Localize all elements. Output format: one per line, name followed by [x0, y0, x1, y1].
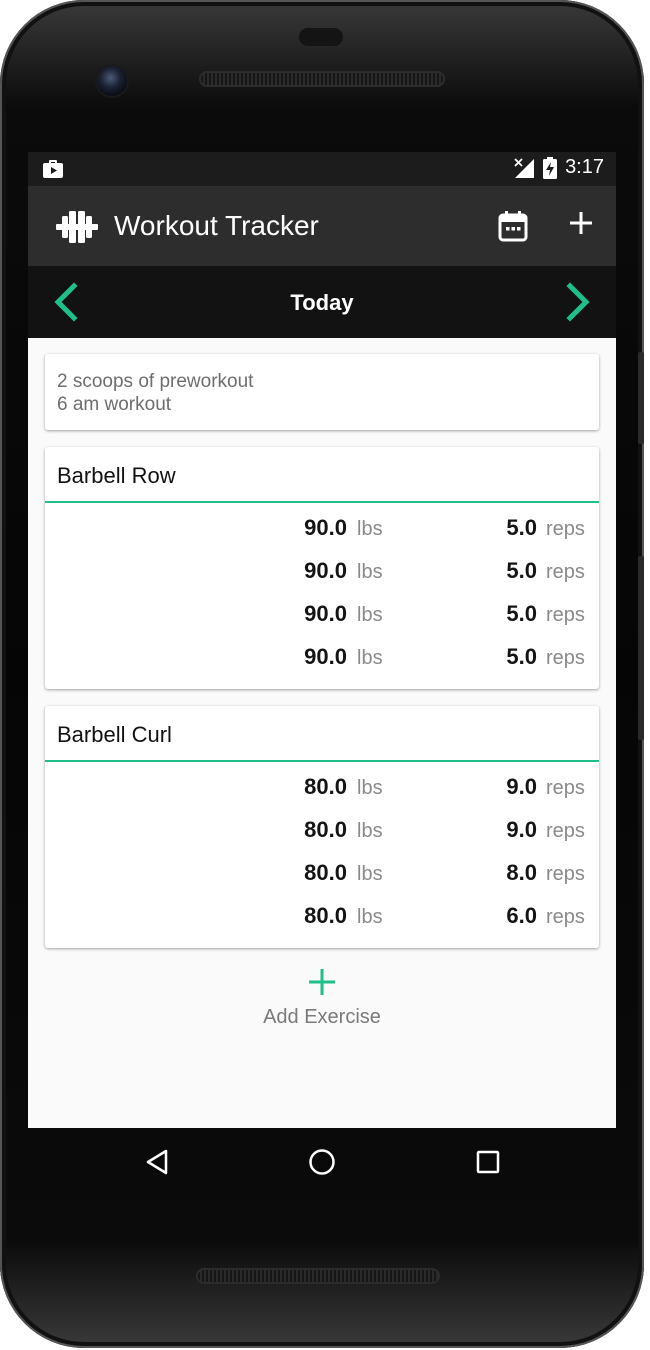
- no-signal-icon: [514, 157, 535, 178]
- weight-value: 90.0: [304, 515, 347, 540]
- weight-unit: lbs: [357, 820, 383, 842]
- briefcase-icon: [43, 160, 63, 178]
- date-bar: Today: [28, 266, 616, 338]
- weight-unit: lbs: [357, 604, 383, 626]
- exercise-title: Barbell Curl: [45, 706, 599, 762]
- weight-unit: lbs: [357, 518, 383, 540]
- set-list: 90.0 lbs 5.0 reps 90.0 lbs 5.0 reps 90.0…: [45, 503, 599, 689]
- reps-unit: reps: [546, 647, 585, 669]
- notes-card[interactable]: 2 scoops of preworkout 6 am workout: [45, 354, 599, 430]
- power-button: [638, 352, 644, 444]
- reps-value: 9.0: [506, 774, 537, 799]
- weight-value: 90.0: [304, 644, 347, 669]
- reps-unit: reps: [546, 561, 585, 583]
- reps-unit: reps: [546, 820, 585, 842]
- reps-value: 5.0: [506, 601, 537, 626]
- calendar-icon[interactable]: [498, 210, 528, 242]
- reps-value: 6.0: [506, 903, 537, 928]
- front-camera: [97, 66, 127, 96]
- content-list: 2 scoops of preworkout 6 am workout Barb…: [28, 338, 616, 1029]
- weight-unit: lbs: [357, 863, 383, 885]
- weight-value: 90.0: [304, 601, 347, 626]
- reps-value: 5.0: [506, 515, 537, 540]
- reps-value: 5.0: [506, 644, 537, 669]
- status-bar: 3:17: [28, 152, 616, 186]
- weight-value: 80.0: [304, 817, 347, 842]
- bottom-speaker: [196, 1268, 440, 1284]
- back-icon[interactable]: [144, 1148, 170, 1176]
- exercise-card[interactable]: Barbell Curl 80.0 lbs 9.0 reps 80.0 lbs …: [45, 706, 599, 948]
- battery-charging-icon: [543, 156, 558, 179]
- recents-icon[interactable]: [476, 1150, 500, 1174]
- phone-frame: 3:17 Workout Tracker Today 2 scoops of p…: [0, 0, 644, 1348]
- exercise-card[interactable]: Barbell Row 90.0 lbs 5.0 reps 90.0 lbs 5…: [45, 447, 599, 689]
- set-row[interactable]: 80.0 lbs 9.0 reps: [45, 770, 599, 813]
- weight-value: 80.0: [304, 903, 347, 928]
- app-title: Workout Tracker: [114, 210, 319, 241]
- reps-unit: reps: [546, 863, 585, 885]
- reps-unit: reps: [546, 777, 585, 799]
- weight-unit: lbs: [357, 561, 383, 583]
- reps-unit: reps: [546, 518, 585, 540]
- app-bar: Workout Tracker: [28, 186, 616, 266]
- set-row[interactable]: 90.0 lbs 5.0 reps: [45, 511, 599, 554]
- reps-value: 9.0: [506, 817, 537, 842]
- reps-value: 8.0: [506, 860, 537, 885]
- reps-value: 5.0: [506, 558, 537, 583]
- weight-value: 90.0: [304, 558, 347, 583]
- notes-line: 2 scoops of preworkout: [57, 371, 254, 392]
- reps-unit: reps: [546, 604, 585, 626]
- reps-unit: reps: [546, 906, 585, 928]
- set-row[interactable]: 80.0 lbs 6.0 reps: [45, 899, 599, 942]
- proximity-sensor: [299, 28, 343, 46]
- set-row[interactable]: 90.0 lbs 5.0 reps: [45, 640, 599, 683]
- system-nav-bar: [28, 1128, 616, 1198]
- notes-line: 6 am workout: [57, 394, 172, 415]
- dumbbell-icon: [56, 211, 98, 243]
- weight-unit: lbs: [357, 906, 383, 928]
- status-time: 3:17: [565, 156, 604, 178]
- earpiece-speaker: [199, 71, 445, 87]
- chevron-right-icon[interactable]: [564, 282, 594, 322]
- add-exercise-label: Add Exercise: [263, 1006, 381, 1028]
- set-row[interactable]: 90.0 lbs 5.0 reps: [45, 597, 599, 640]
- weight-value: 80.0: [304, 774, 347, 799]
- weight-unit: lbs: [357, 777, 383, 799]
- volume-button: [638, 556, 644, 740]
- set-row[interactable]: 80.0 lbs 9.0 reps: [45, 813, 599, 856]
- screen: 3:17 Workout Tracker Today 2 scoops of p…: [28, 152, 616, 1128]
- weight-value: 80.0: [304, 860, 347, 885]
- date-label: Today: [290, 290, 354, 315]
- home-icon[interactable]: [308, 1148, 336, 1176]
- set-list: 80.0 lbs 9.0 reps 80.0 lbs 9.0 reps 80.0…: [45, 762, 599, 948]
- add-exercise-button[interactable]: Add Exercise: [45, 968, 599, 1029]
- weight-unit: lbs: [357, 647, 383, 669]
- add-icon[interactable]: [568, 210, 594, 236]
- set-row[interactable]: 90.0 lbs 5.0 reps: [45, 554, 599, 597]
- exercise-title: Barbell Row: [45, 447, 599, 503]
- set-row[interactable]: 80.0 lbs 8.0 reps: [45, 856, 599, 899]
- plus-icon: [309, 969, 335, 995]
